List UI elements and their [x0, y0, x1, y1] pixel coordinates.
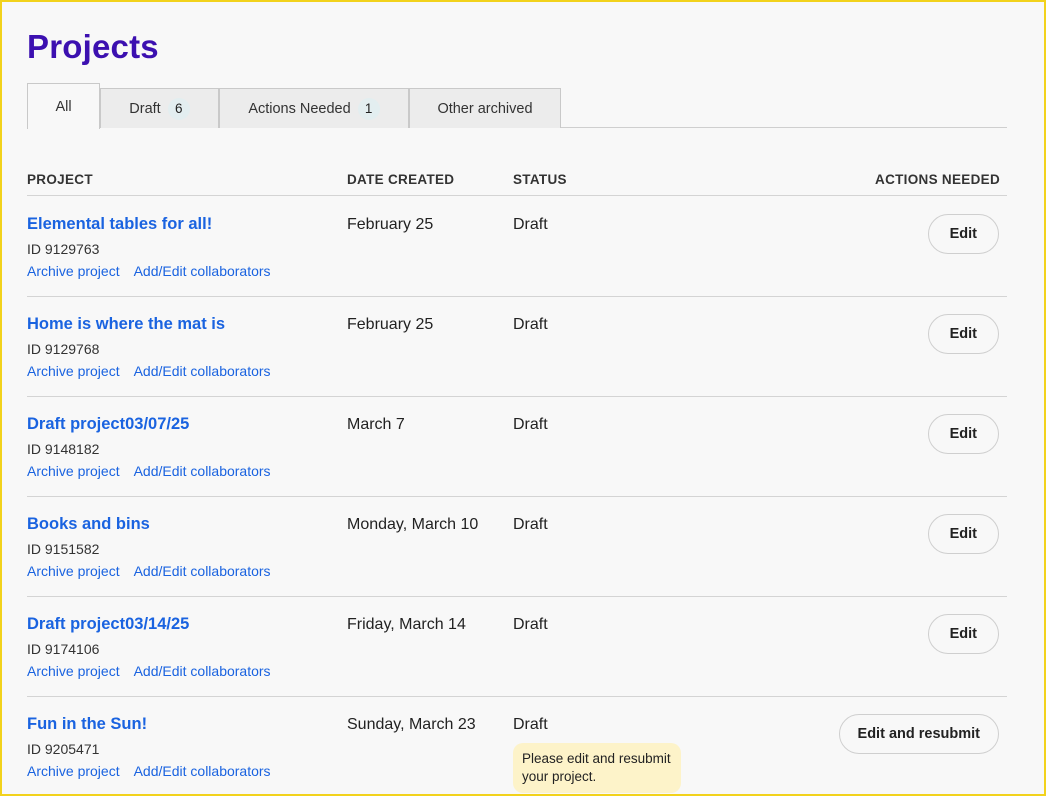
edit-and-resubmit-button[interactable]: Edit and resubmit [838, 714, 999, 754]
row-links: Archive project Add/Edit collaborators [27, 763, 285, 779]
edit-button[interactable]: Edit [927, 214, 999, 254]
row-links: Archive project Add/Edit collaborators [27, 263, 285, 279]
tab-count-badge: 1 [357, 97, 380, 120]
table-row: Draft project03/14/25 ID 9174106 Archive… [27, 597, 1007, 697]
date-created: Monday, March 10 [347, 516, 479, 533]
project-title-link[interactable]: Home is where the mat is [27, 315, 225, 334]
add-edit-collaborators-link[interactable]: Add/Edit collaborators [134, 663, 271, 679]
tab-label: Other archived [437, 100, 533, 117]
status-text: Draft [513, 316, 548, 333]
tab-count-badge: 6 [167, 97, 190, 120]
tab-draft[interactable]: Draft 6 [100, 88, 219, 128]
add-edit-collaborators-link[interactable]: Add/Edit collaborators [134, 763, 271, 779]
project-title-link[interactable]: Fun in the Sun! [27, 715, 147, 734]
project-title-link[interactable]: Books and bins [27, 515, 150, 534]
tab-label: Draft [129, 100, 161, 117]
edit-button[interactable]: Edit [927, 614, 999, 654]
status-text: Draft [513, 216, 548, 233]
column-header-date-created: DATE CREATED [347, 172, 455, 187]
project-id: ID 9129768 [27, 341, 100, 357]
project-id: ID 9148182 [27, 441, 100, 457]
row-links: Archive project Add/Edit collaborators [27, 363, 285, 379]
tab-all[interactable]: All [27, 83, 100, 129]
archive-project-link[interactable]: Archive project [27, 663, 120, 679]
add-edit-collaborators-link[interactable]: Add/Edit collaborators [134, 263, 271, 279]
date-created: Sunday, March 23 [347, 716, 476, 733]
tab-other-archived[interactable]: Other archived [409, 88, 561, 128]
archive-project-link[interactable]: Archive project [27, 263, 120, 279]
date-created: Friday, March 14 [347, 616, 466, 633]
add-edit-collaborators-link[interactable]: Add/Edit collaborators [134, 563, 271, 579]
row-links: Archive project Add/Edit collaborators [27, 463, 285, 479]
edit-button[interactable]: Edit [927, 514, 999, 554]
project-id: ID 9151582 [27, 541, 100, 557]
status-text: Draft [513, 716, 548, 733]
tab-label: Actions Needed [248, 100, 351, 117]
tab-bar: All Draft 6 Actions Needed 1 Other archi… [27, 83, 1007, 129]
table-row: Fun in the Sun! ID 9205471 Archive proje… [27, 697, 1007, 796]
table-row: Home is where the mat is ID 9129768 Arch… [27, 297, 1007, 397]
row-links: Archive project Add/Edit collaborators [27, 563, 285, 579]
column-header-project: PROJECT [27, 172, 93, 187]
action-note-tooltip: Please edit and resubmit your project. [513, 743, 681, 793]
archive-project-link[interactable]: Archive project [27, 763, 120, 779]
tab-label: All [55, 98, 72, 115]
add-edit-collaborators-link[interactable]: Add/Edit collaborators [134, 363, 271, 379]
project-id: ID 9205471 [27, 741, 100, 757]
archive-project-link[interactable]: Archive project [27, 463, 120, 479]
archive-project-link[interactable]: Archive project [27, 563, 120, 579]
table-header: PROJECT DATE CREATED STATUS ACTIONS NEED… [27, 172, 1007, 196]
project-title-link[interactable]: Draft project03/14/25 [27, 615, 189, 634]
archive-project-link[interactable]: Archive project [27, 363, 120, 379]
column-header-status: STATUS [513, 172, 567, 187]
project-id: ID 9174106 [27, 641, 100, 657]
table-row: Draft project03/07/25 ID 9148182 Archive… [27, 397, 1007, 497]
edit-button[interactable]: Edit [927, 414, 999, 454]
table-row: Elemental tables for all! ID 9129763 Arc… [27, 197, 1007, 297]
status-text: Draft [513, 416, 548, 433]
table-row: Books and bins ID 9151582 Archive projec… [27, 497, 1007, 597]
row-links: Archive project Add/Edit collaborators [27, 663, 285, 679]
page-title: Projects [27, 28, 159, 65]
add-edit-collaborators-link[interactable]: Add/Edit collaborators [134, 463, 271, 479]
date-created: February 25 [347, 316, 434, 333]
project-id: ID 9129763 [27, 241, 100, 257]
column-header-actions-needed: ACTIONS NEEDED [875, 172, 1000, 187]
tab-actions-needed[interactable]: Actions Needed 1 [219, 88, 409, 128]
project-title-link[interactable]: Draft project03/07/25 [27, 415, 189, 434]
edit-button[interactable]: Edit [927, 314, 999, 354]
status-text: Draft [513, 616, 548, 633]
project-title-link[interactable]: Elemental tables for all! [27, 215, 212, 234]
status-text: Draft [513, 516, 548, 533]
date-created: February 25 [347, 216, 434, 233]
date-created: March 7 [347, 416, 405, 433]
